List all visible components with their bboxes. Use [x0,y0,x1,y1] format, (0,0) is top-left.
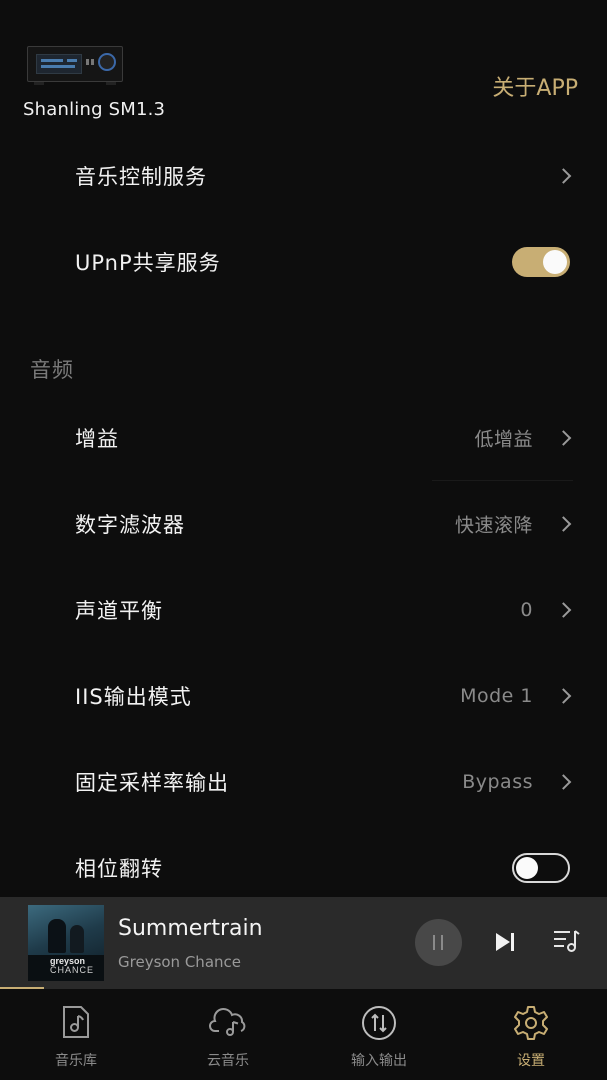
row-label: 数字滤波器 [75,513,185,537]
section-title-audio: 音频 [30,358,74,382]
row-value: Mode 1 [460,685,533,707]
mini-player[interactable]: greyson CHANCE Summertrain Greyson Chanc… [0,897,607,989]
channel-balance-row[interactable]: 声道平衡 0 [0,567,607,653]
tab-cloud-music[interactable]: 云音乐 [152,989,304,1080]
upnp-share-service-row: UPnP共享服务 [0,219,607,305]
tab-label: 设置 [517,1053,545,1069]
row-value: 0 [520,599,533,621]
device-name: Shanling SM1.3 [23,99,166,120]
music-file-icon [63,1006,89,1038]
fixed-sample-rate-row[interactable]: 固定采样率输出 Bypass [0,739,607,825]
row-label: UPnP共享服务 [75,251,221,275]
row-value: 低增益 [474,428,533,451]
row-label: 固定采样率输出 [75,771,229,795]
tab-label: 音乐库 [55,1053,97,1069]
chevron-right-icon [555,516,572,532]
playlist-queue-button[interactable] [552,928,580,954]
album-art: greyson CHANCE [28,905,104,981]
tab-input-output[interactable]: 输入输出 [303,989,455,1080]
pause-icon [433,935,435,950]
about-app-link[interactable]: 关于APP [492,70,578,102]
song-artist: Greyson Chance [118,953,241,971]
iis-output-mode-row[interactable]: IIS输出模式 Mode 1 [0,653,607,739]
upnp-toggle[interactable] [512,247,570,277]
chevron-right-icon [555,430,572,446]
skip-next-icon [496,933,514,951]
row-value: 快速滚降 [454,514,533,537]
phase-invert-toggle[interactable] [512,853,570,883]
header: Shanling SM1.3 关于APP [0,0,607,135]
row-label: 相位翻转 [75,857,163,881]
gain-row[interactable]: 增益 低增益 [0,395,607,481]
row-label: IIS输出模式 [75,685,192,709]
song-title: Summertrain [118,916,263,941]
tab-music-library[interactable]: 音乐库 [0,989,152,1080]
chevron-right-icon [555,602,572,618]
tab-settings[interactable]: 设置 [455,989,607,1080]
pause-button[interactable] [415,919,462,966]
tab-label: 云音乐 [207,1053,249,1069]
tab-label: 输入输出 [351,1053,407,1069]
music-control-service-row[interactable]: 音乐控制服务 [0,133,607,219]
chevron-right-icon [555,774,572,790]
row-label: 增益 [75,427,119,451]
digital-filter-row[interactable]: 数字滤波器 快速滚降 [0,481,607,567]
settings-gear-icon [514,1006,548,1040]
bottom-tab-bar: 音乐库 云音乐 输入输出 设置 [0,989,607,1080]
input-output-icon [362,1006,396,1040]
chevron-right-icon [555,168,572,184]
row-label: 音乐控制服务 [75,165,207,189]
row-value: Bypass [462,771,533,793]
playlist-icon [554,930,580,952]
row-label: 声道平衡 [75,599,163,623]
next-track-button[interactable] [493,930,517,954]
chevron-right-icon [555,688,572,704]
cloud-music-icon [209,1008,246,1036]
album-art-text: CHANCE [50,965,95,975]
device-image [27,46,123,85]
